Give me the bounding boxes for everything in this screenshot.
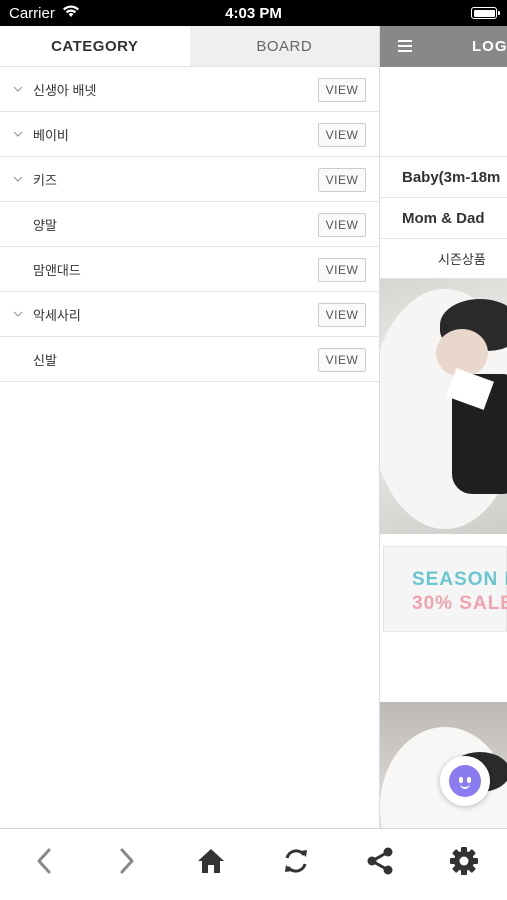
menu-item-mom-dad[interactable]: Mom & Dad [380,198,507,239]
category-item[interactable]: 맘앤대드 VIEW [0,247,379,292]
season-sale-banner[interactable]: SEASON IT 30% SALE [383,546,507,632]
category-label: 양말 [33,217,57,233]
clock: 4:03 PM [225,5,282,22]
forward-button[interactable] [111,845,143,877]
view-button[interactable]: VIEW [318,258,366,282]
chat-bot-icon [449,765,481,797]
battery-icon [471,7,500,19]
back-arrow-icon [37,848,51,874]
category-label: 신발 [33,352,57,368]
share-button[interactable] [364,845,396,877]
product-photo[interactable] [380,279,507,534]
chevron-down-icon[interactable] [13,85,23,93]
background-page: LOG Baby(3m-18m Mom & Dad 시즌상품 SEASON IT… [380,26,507,828]
category-item[interactable]: 양말 VIEW [0,202,379,247]
refresh-icon [285,849,307,873]
view-button[interactable]: VIEW [318,123,366,147]
product-photo[interactable] [380,702,507,828]
view-button[interactable]: VIEW [318,303,366,327]
share-icon [367,847,393,875]
category-label: 키즈 [33,172,57,188]
category-item[interactable]: 키즈 VIEW [0,157,379,202]
chevron-down-icon[interactable] [13,310,23,318]
category-label: 신생아 배넷 [33,82,97,98]
settings-button[interactable] [448,845,480,877]
category-item[interactable]: 신생아 배넷 VIEW [0,67,379,112]
login-link[interactable]: LOG [472,38,507,55]
status-bar: Carrier 4:03 PM [0,0,507,26]
forward-arrow-icon [120,848,134,874]
menu-item-baby[interactable]: Baby(3m-18m [380,157,507,198]
chat-button[interactable] [440,756,490,806]
home-icon [198,849,224,873]
tab-category[interactable]: CATEGORY [0,26,190,66]
category-label: 악세사리 [33,307,81,323]
category-item[interactable]: 신발 VIEW [0,337,379,382]
category-item[interactable]: 악세사리 VIEW [0,292,379,337]
logo-area [380,67,507,157]
refresh-button[interactable] [280,845,312,877]
settings-icon [450,847,478,875]
season-banner-line2: 30% SALE [412,593,507,614]
page-header: LOG [380,26,507,67]
view-button[interactable]: VIEW [318,78,366,102]
hamburger-icon[interactable] [398,40,412,52]
chevron-down-icon[interactable] [13,175,23,183]
view-button[interactable]: VIEW [318,168,366,192]
drawer-tabs: CATEGORY BOARD [0,26,379,67]
menu-item-season[interactable]: 시즌상품 [380,239,507,279]
bottom-toolbar [0,828,507,900]
home-button[interactable] [195,845,227,877]
category-label: 맘앤대드 [33,262,81,278]
season-banner-line1: SEASON IT [412,569,507,590]
category-label: 베이비 [33,127,69,143]
view-button[interactable]: VIEW [318,348,366,372]
tab-board[interactable]: BOARD [189,26,379,66]
category-list: 신생아 배넷 VIEW 베이비 VIEW 키즈 VIEW 양말 VIEW 맘앤대… [0,67,379,382]
back-button[interactable] [28,845,60,877]
category-drawer: CATEGORY BOARD 신생아 배넷 VIEW 베이비 VIEW 키즈 V… [0,26,380,828]
view-button[interactable]: VIEW [318,213,366,237]
chevron-down-icon[interactable] [13,130,23,138]
category-item[interactable]: 베이비 VIEW [0,112,379,157]
